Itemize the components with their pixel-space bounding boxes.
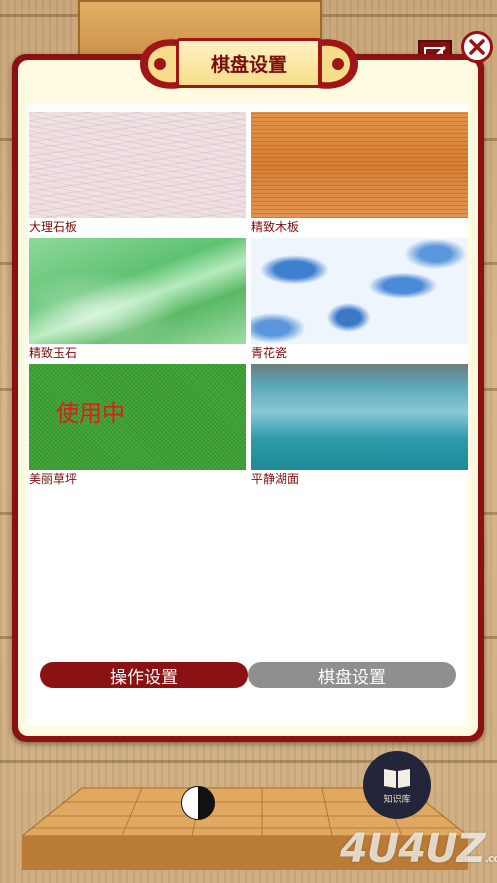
tab-operation-settings[interactable]: 操作设置	[40, 662, 248, 688]
watermark-text: 4U4UZ	[340, 826, 486, 872]
in-use-badge: 使用中	[56, 401, 125, 427]
board-preview	[251, 238, 468, 344]
board-name: 青花瓷	[251, 346, 288, 360]
knowledge-base-label: 知识库	[383, 794, 411, 805]
board-option-porcelain[interactable]: 青花瓷	[251, 238, 468, 360]
dialog-title-plate: 棋盘设置	[136, 32, 362, 96]
board-preview	[29, 238, 246, 344]
tab-board-settings[interactable]: 棋盘设置	[248, 662, 456, 688]
board-preview	[29, 112, 246, 218]
board-name: 精致木板	[251, 220, 300, 234]
board-preview	[251, 112, 468, 218]
board-name: 美丽草坪	[29, 472, 78, 486]
board-option-lake[interactable]: 平静湖面	[251, 364, 468, 486]
board-option-marble[interactable]: 大理石板	[29, 112, 246, 234]
board-name: 精致玉石	[29, 346, 78, 360]
scroll-ornament-right-icon	[318, 39, 358, 89]
board-name: 平静湖面	[251, 472, 300, 486]
watermark-suffix: .com	[484, 852, 497, 865]
site-watermark: 4U4UZ.com	[340, 826, 497, 874]
board-preview	[251, 364, 468, 470]
close-icon	[469, 39, 485, 55]
board-option-jade[interactable]: 精致玉石	[29, 238, 246, 360]
board-option-grass[interactable]: 使用中 美丽草坪	[29, 364, 246, 486]
yin-yang-icon[interactable]	[181, 786, 215, 820]
board-name: 大理石板	[29, 220, 78, 234]
dialog-title: 棋盘设置	[176, 38, 322, 88]
board-option-wood[interactable]: 精致木板	[251, 112, 468, 234]
close-button[interactable]	[461, 31, 493, 63]
book-icon	[384, 768, 410, 788]
knowledge-base-button[interactable]: 知识库	[363, 751, 431, 819]
